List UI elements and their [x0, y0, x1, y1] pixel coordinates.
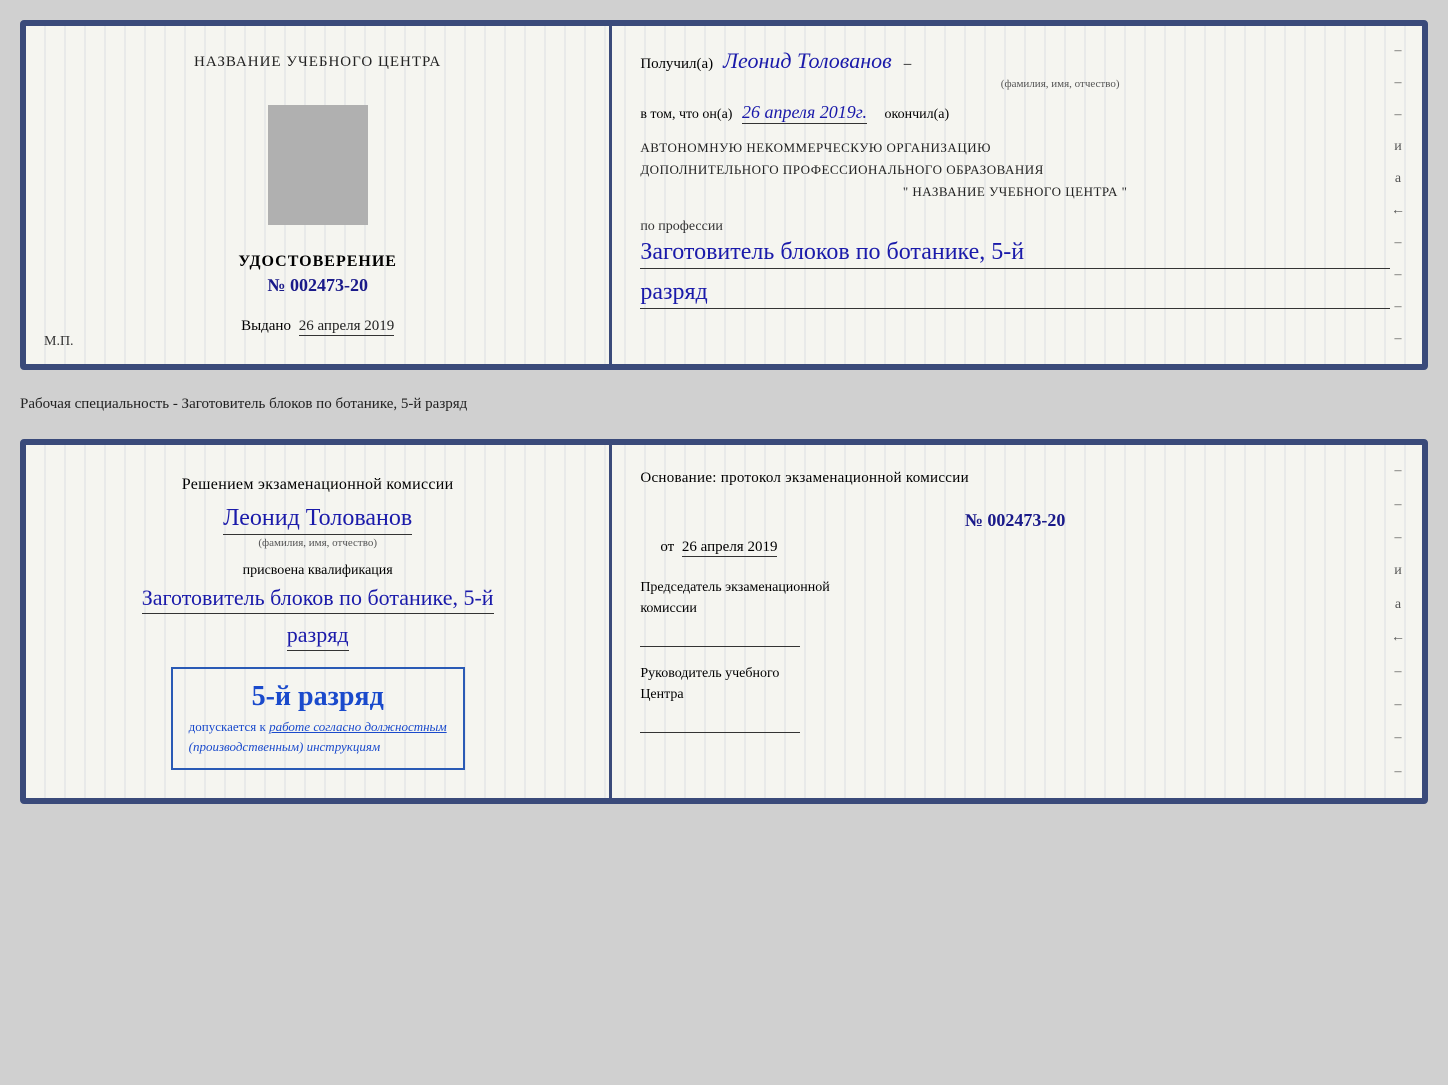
director-signature-line — [640, 713, 800, 733]
org-block: АВТОНОМНУЮ НЕКОММЕРЧЕСКУЮ ОРГАНИЗАЦИЮ ДО… — [640, 137, 1390, 203]
person-name: Леонид Толованов — [223, 505, 412, 535]
issued-label: Выдано — [241, 318, 291, 334]
stamp-allowed-block: допускается к работе согласно должностны… — [189, 717, 447, 756]
certified-label: в том, что он(а) — [640, 107, 732, 122]
stamp-rank: 5-й разряд — [189, 681, 447, 713]
commission-text: Решением экзаменационной комиссии — [182, 473, 454, 497]
razryad: разряд — [640, 279, 1390, 309]
bottom-doc-right: Основание: протокол экзаменационной коми… — [612, 445, 1422, 798]
fio-sublabel-bottom: (фамилия, имя, отчество) — [258, 537, 377, 549]
razryad-bottom: разряд — [287, 622, 349, 651]
org-line2: ДОПОЛНИТЕЛЬНОГО ПРОФЕССИОНАЛЬНОГО ОБРАЗО… — [640, 159, 1390, 181]
stamp-instructions: (производственным) инструкциям — [189, 739, 381, 754]
chairman-title: Председатель экзаменационной комиссии — [640, 577, 1390, 619]
fio-sublabel: (фамилия, имя, отчество) — [730, 78, 1390, 90]
right-dashes: – – – и а ← – – – – — [1388, 26, 1408, 364]
director-title2: Центра — [640, 687, 683, 702]
certified-line: в том, что он(а) 26 апреля 2019г. окончи… — [640, 102, 1390, 123]
chairman-signature-line — [640, 627, 800, 647]
director-title: Руководитель учебного Центра — [640, 663, 1390, 705]
fio-sublabel-top: (фамилия, имя, отчество) — [730, 78, 1390, 90]
profession-block: по профессии Заготовитель блоков по бота… — [640, 219, 1390, 309]
top-doc-left: НАЗВАНИЕ УЧЕБНОГО ЦЕНТРА УДОСТОВЕРЕНИЕ №… — [26, 26, 612, 364]
issued-line: Выдано 26 апреля 2019 — [241, 318, 394, 336]
stamp-allowed-label: допускается к — [189, 719, 266, 734]
finished-label: окончил(а) — [885, 107, 950, 122]
stamp-work: работе согласно должностным — [269, 719, 447, 734]
top-document-card: НАЗВАНИЕ УЧЕБНОГО ЦЕНТРА УДОСТОВЕРЕНИЕ №… — [20, 20, 1428, 370]
chairman-title1: Председатель экзаменационной — [640, 580, 829, 595]
qualification: Заготовитель блоков по ботанике, 5-й — [142, 585, 494, 614]
profession-label: по профессии — [640, 219, 723, 234]
basis-title: Основание: протокол экзаменационной коми… — [640, 467, 1390, 490]
issued-date: 26 апреля 2019 — [299, 318, 395, 336]
training-center-title: НАЗВАНИЕ УЧЕБНОГО ЦЕНТРА — [194, 54, 441, 71]
date-from-line: от 26 апреля 2019 — [640, 539, 1390, 557]
bottom-doc-left: Решением экзаменационной комиссии Леонид… — [26, 445, 612, 798]
chairman-block: Председатель экзаменационной комиссии — [640, 577, 1390, 647]
profession-name: Заготовитель блоков по ботанике, 5-й — [640, 239, 1390, 269]
date-from-value: 26 апреля 2019 — [682, 539, 778, 557]
photo-placeholder — [268, 105, 368, 225]
director-block: Руководитель учебного Центра — [640, 663, 1390, 733]
cert-number: № 002473-20 — [267, 275, 368, 296]
received-label: Получил(а) — [640, 56, 713, 73]
bottom-document-card: Решением экзаменационной комиссии Леонид… — [20, 439, 1428, 804]
recipient-line: Получил(а) Леонид Толованов – — [640, 48, 1390, 74]
page-wrapper: НАЗВАНИЕ УЧЕБНОГО ЦЕНТРА УДОСТОВЕРЕНИЕ №… — [20, 20, 1428, 804]
top-doc-right: Получил(а) Леонид Толованов – (фамилия, … — [612, 26, 1422, 364]
org-name: " НАЗВАНИЕ УЧЕБНОГО ЦЕНТРА " — [640, 181, 1390, 203]
assigned-text: присвоена квалификация — [243, 563, 393, 579]
org-line1: АВТОНОМНУЮ НЕКОММЕРЧЕСКУЮ ОРГАНИЗАЦИЮ — [640, 137, 1390, 159]
protocol-number: № 002473-20 — [640, 510, 1390, 531]
dash-after-name: – — [904, 56, 912, 73]
director-title1: Руководитель учебного — [640, 666, 779, 681]
recipient-name: Леонид Толованов — [723, 48, 892, 74]
mp-label: М.П. — [44, 334, 74, 350]
stamp-box: 5-й разряд допускается к работе согласно… — [171, 667, 465, 770]
bottom-right-dashes: – – – и а ← – – – – — [1388, 445, 1408, 798]
separator-text: Рабочая специальность - Заготовитель бло… — [20, 388, 1428, 421]
cert-label: УДОСТОВЕРЕНИЕ — [238, 253, 397, 271]
certified-date: 26 апреля 2019г. — [742, 102, 867, 124]
date-from-prefix: от — [660, 539, 674, 555]
chairman-title2: комиссии — [640, 601, 697, 616]
